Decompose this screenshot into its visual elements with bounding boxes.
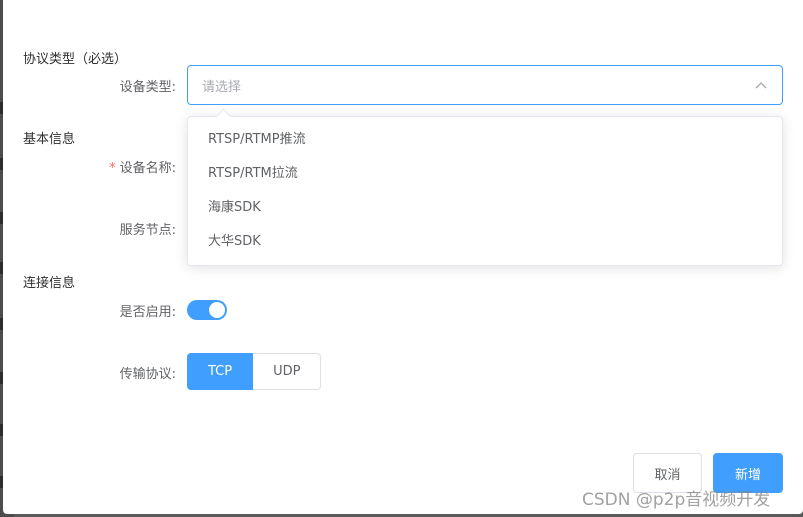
device-type-placeholder: 请选择 bbox=[202, 79, 242, 95]
add-device-dialog: 协议类型（必选） 设备类型: 请选择 基本信息 * 设备名称: 服务节点: 连接信… bbox=[3, 0, 803, 514]
dropdown-option-hikvision-sdk[interactable]: 海康SDK bbox=[188, 191, 782, 225]
device-type-label: 设备类型: bbox=[119, 80, 176, 95]
transport-label: 传输协议: bbox=[119, 367, 176, 382]
dropdown-option-dahua-sdk[interactable]: 大华SDK bbox=[188, 225, 782, 259]
device-type-dropdown: RTSP/RTMP推流 RTSP/RTM拉流 海康SDK 大华SDK bbox=[187, 116, 783, 266]
required-asterisk: * bbox=[109, 161, 116, 176]
device-type-select[interactable]: 请选择 bbox=[187, 65, 783, 105]
watermark: CSDN @p2p音视频开发 bbox=[582, 490, 771, 510]
dropdown-option-rtsp-rtmp-push[interactable]: RTSP/RTMP推流 bbox=[188, 123, 782, 157]
transport-option-udp[interactable]: UDP bbox=[253, 353, 322, 390]
device-name-label-text: 设备名称: bbox=[119, 161, 176, 176]
section-title-connection-info: 连接信息 bbox=[23, 276, 76, 291]
enabled-switch[interactable] bbox=[187, 300, 227, 320]
section-title-basic-info: 基本信息 bbox=[23, 132, 76, 147]
transport-radio-group: TCP UDP bbox=[187, 353, 322, 390]
transport-option-tcp[interactable]: TCP bbox=[187, 353, 254, 390]
section-title-protocol-type: 协议类型（必选） bbox=[23, 52, 128, 67]
enabled-label: 是否启用: bbox=[119, 305, 176, 320]
chevron-up-icon bbox=[754, 78, 768, 92]
service-node-label: 服务节点: bbox=[119, 223, 176, 238]
dropdown-option-rtsp-rtm-pull[interactable]: RTSP/RTM拉流 bbox=[188, 157, 782, 191]
device-name-label: * 设备名称: bbox=[16, 157, 176, 176]
switch-knob bbox=[209, 302, 225, 318]
